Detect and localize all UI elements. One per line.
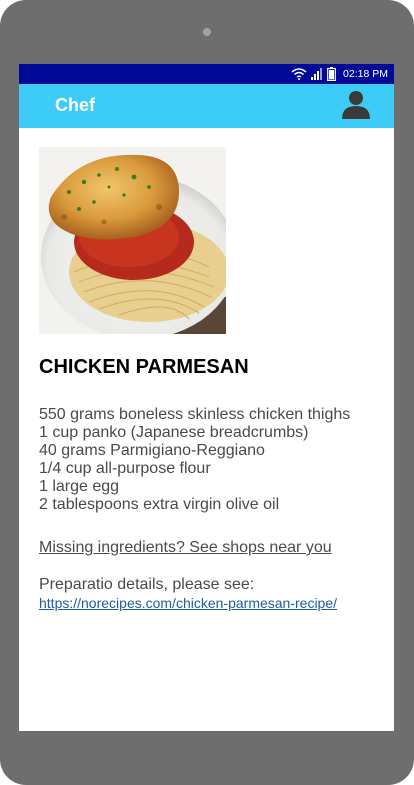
app-title: Chef [55, 95, 95, 115]
wifi-icon [291, 68, 307, 80]
ingredient-item: 1 cup panko (Japanese breadcrumbs) [39, 424, 309, 441]
screen: 02:18 PM Chef CHICKEN PARMESAN 550 grams… [19, 64, 394, 731]
recipe-title: CHICKEN PARMESAN [39, 356, 249, 378]
preparation-url-link[interactable]: https://norecipes.com/chicken-parmesan-r… [39, 595, 337, 611]
front-camera [203, 28, 211, 36]
status-icons: 02:18 PM [291, 66, 388, 82]
signal-icon [311, 68, 323, 80]
find-shops-link[interactable]: Missing ingredients? See shops near you [39, 539, 332, 557]
ingredient-item: 2 tablespoons extra virgin olive oil [39, 496, 280, 513]
preparation-label: Preparatio details, please see: [39, 576, 255, 593]
recipe-image [39, 147, 226, 334]
status-time: 02:18 PM [343, 68, 388, 80]
chicken-parmesan-photo [39, 147, 226, 334]
device-frame: 02:18 PM Chef CHICKEN PARMESAN 550 grams… [0, 0, 414, 785]
app-bar: Chef [19, 84, 394, 128]
user-icon[interactable] [340, 88, 372, 120]
ingredient-item: 1 large egg [39, 478, 120, 495]
status-bar: 02:18 PM [19, 64, 394, 84]
ingredient-item: 550 grams boneless skinless chicken thig… [39, 406, 351, 423]
ingredients-list: 550 grams boneless skinless chicken thig… [39, 406, 350, 514]
battery-icon [327, 67, 336, 81]
ingredient-item: 40 grams Parmigiano-Reggiano [39, 442, 265, 459]
ingredient-item: 1/4 cup all-purpose flour [39, 460, 211, 477]
